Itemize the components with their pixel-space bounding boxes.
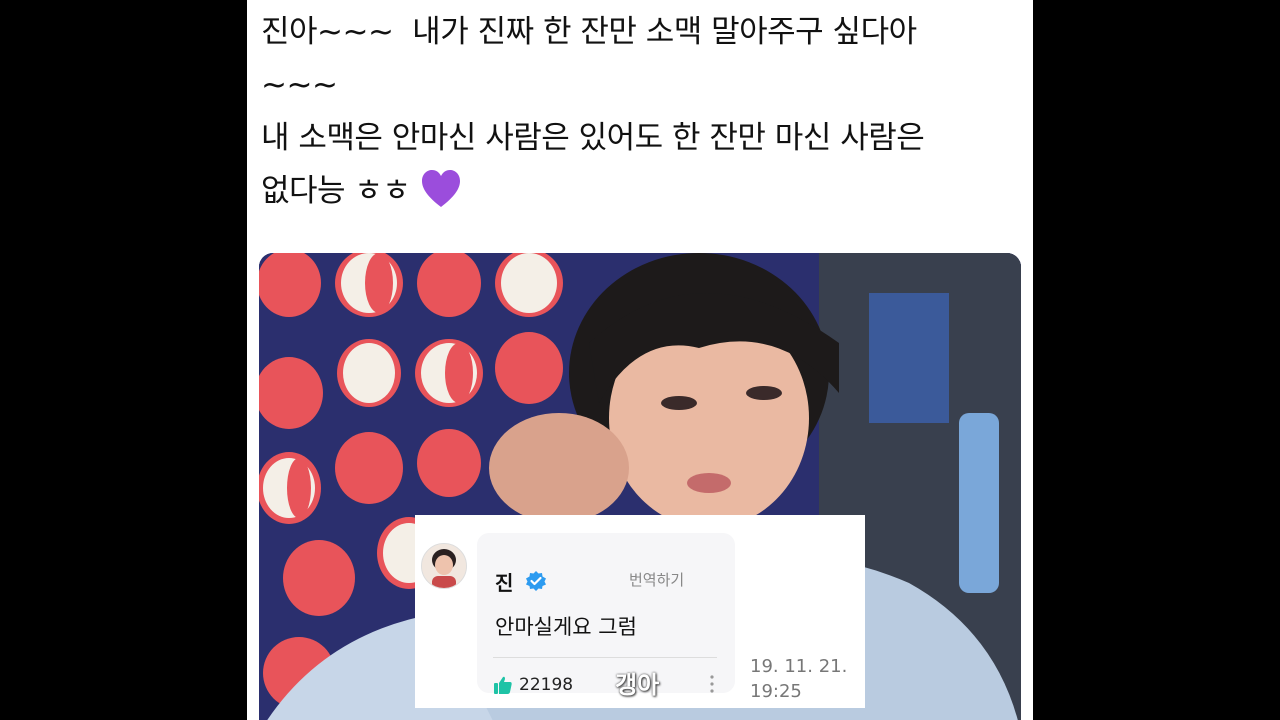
post-text: 진아~~~ 내가 진짜 한 잔만 소맥 말아주구 싶다아 ~~~ 내 소맥은 안… <box>261 6 1021 218</box>
more-options-icon[interactable] <box>709 673 715 695</box>
post-line-2: ~~~ <box>261 67 338 103</box>
watermark: 갱아 <box>615 671 660 699</box>
post-line-4: 없다능 ㅎㅎ <box>261 165 1021 218</box>
post-line-3: 내 소맥은 안마신 사람은 있어도 한 잔만 마신 사람은 <box>261 120 925 156</box>
like-count: 22198 <box>519 675 574 695</box>
comment-timestamp: 19. 11. 21. 19:25 <box>750 654 860 704</box>
thumbs-up-icon[interactable] <box>493 675 513 695</box>
timestamp-time: 19:25 <box>750 681 802 702</box>
post-line-1: 진아~~~ 내가 진짜 한 잔만 소맥 말아주구 싶다아 <box>261 14 917 50</box>
translate-button[interactable]: 번역하기 <box>629 569 684 590</box>
comment-author[interactable]: 진 <box>495 567 513 596</box>
verified-badge-icon <box>526 571 546 591</box>
comment-text: 안마실게요 그럼 <box>495 615 637 639</box>
timestamp-date: 19. 11. 21. <box>750 656 848 677</box>
purple-heart-icon <box>422 170 461 207</box>
comment-bubble: 진 번역하기 안마실게요 그럼 22198 <box>477 533 735 695</box>
comment-divider <box>493 657 717 658</box>
post-line-4-text: 없다능 ㅎㅎ <box>261 173 411 209</box>
avatar[interactable] <box>421 543 467 589</box>
avatar-image <box>422 544 466 588</box>
